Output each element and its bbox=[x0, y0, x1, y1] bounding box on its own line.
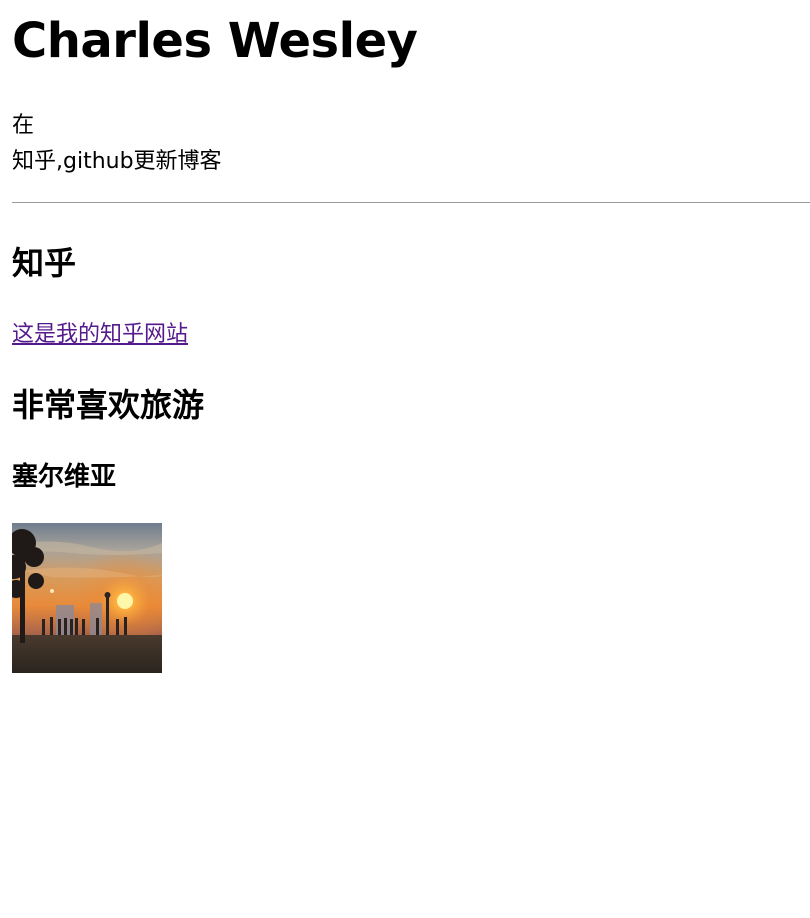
serbia-heading: 塞尔维亚 bbox=[12, 462, 117, 492]
divider bbox=[12, 202, 810, 203]
zhihu-link[interactable]: 这是我的知乎网站 bbox=[12, 322, 188, 347]
intro-line-2: 知乎,github更新博客 bbox=[12, 149, 222, 174]
zhihu-heading: 知乎 bbox=[12, 244, 77, 282]
sunset-photo bbox=[12, 523, 162, 673]
page-title: Charles Wesley bbox=[12, 13, 418, 69]
zhihu-link-container: 这是我的知乎网站 bbox=[12, 319, 810, 351]
intro-text: 在 知乎,github更新博客 bbox=[12, 108, 810, 180]
intro-line-1: 在 bbox=[12, 113, 35, 138]
page: Charles Wesley 在 知乎,github更新博客 知乎 这是我的知乎… bbox=[0, 0, 810, 918]
travel-heading: 非常喜欢旅游 bbox=[12, 386, 205, 424]
